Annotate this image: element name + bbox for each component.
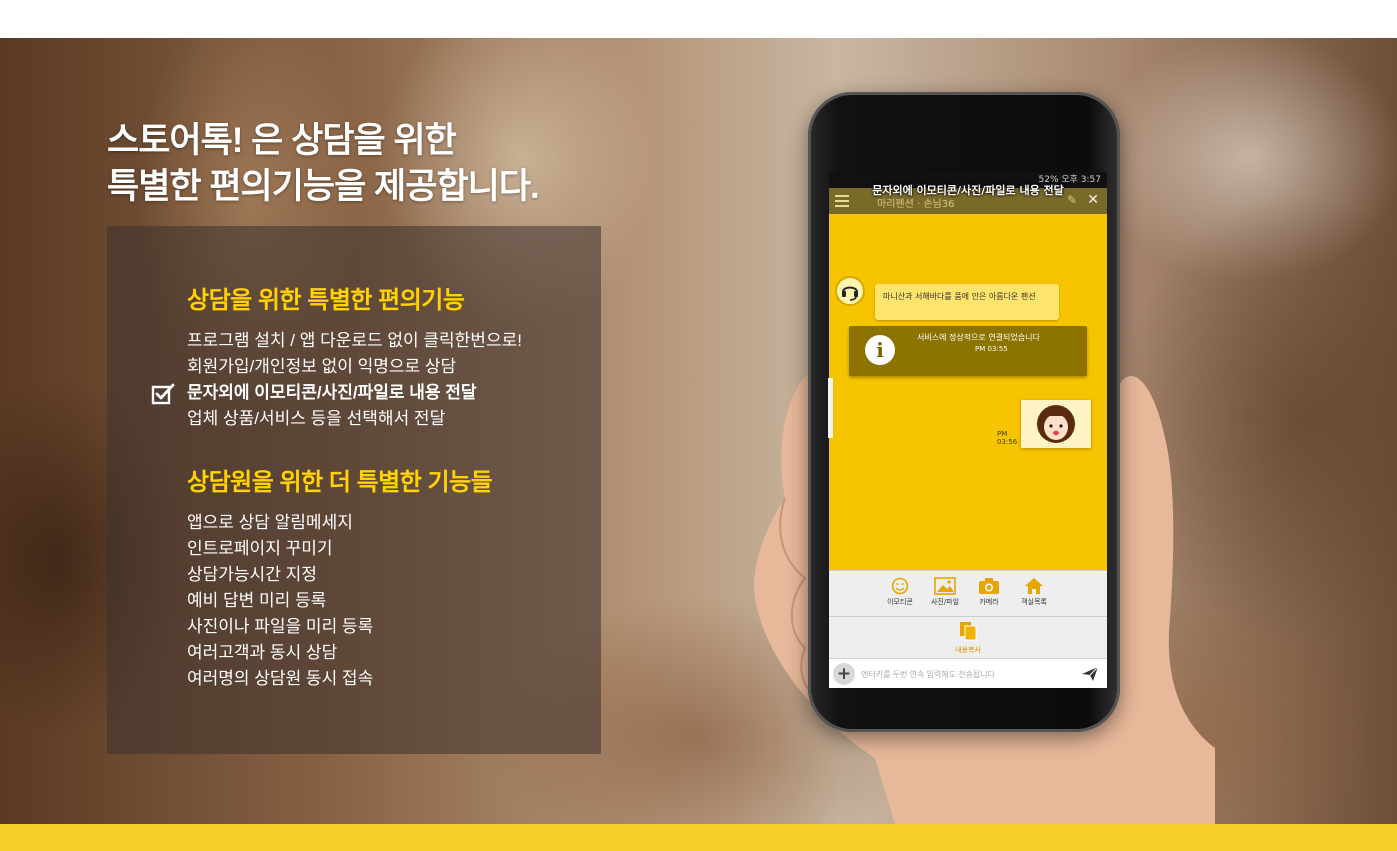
feature-item: 업체 상품/서비스 등을 선택해서 전달 xyxy=(187,409,446,428)
hero-title-line2: 특별한 편의기능을 제공합니다. xyxy=(107,167,540,206)
feature-item: 여러고객과 동시 상담 xyxy=(187,643,338,662)
feature-item-label: 문자외에 이모티콘/사진/파일로 내용 전달 xyxy=(187,383,477,402)
feature-caption: 문자외에 이모티콘/사진/파일로 내용 전달 xyxy=(872,184,1064,197)
home-icon xyxy=(1025,578,1043,594)
tool-label: 이모티콘 xyxy=(887,598,913,606)
photo-file-button[interactable]: 사진/파일 xyxy=(923,577,967,607)
tool-label: 카메라 xyxy=(979,598,999,606)
feature-item: 프로그램 설치 / 앱 다운로드 없이 클릭한번으로! xyxy=(187,331,522,350)
document-copy-icon xyxy=(960,622,977,641)
feature-item: 예비 답변 미리 등록 xyxy=(187,591,327,610)
tool-label: 사진/파일 xyxy=(930,598,960,606)
incoming-message: 마니산과 서해바다를 품에 안은 아름다운 펜션 xyxy=(875,284,1059,320)
copy-label: 내용복사 xyxy=(955,646,981,654)
message-input[interactable] xyxy=(861,663,1071,685)
feature-item: 회원가입/개인정보 없이 익명으로 상담 xyxy=(187,357,457,376)
top-bar xyxy=(0,0,1397,38)
side-drawer-handle[interactable] xyxy=(828,378,833,438)
sent-message-time: PM 03:56 xyxy=(997,430,1018,446)
notice-time: PM 03:55 xyxy=(975,345,1008,353)
room-list-button[interactable]: 객실목록 xyxy=(1012,577,1056,607)
feature-item: 상담가능시간 지정 xyxy=(187,565,317,584)
feature-item: 여러명의 상담원 동시 접속 xyxy=(187,669,374,688)
feature-list-agent: 앱으로 상담 알림메세지 인트로페이지 꾸미기 상담가능시간 지정 예비 답변 … xyxy=(187,510,373,692)
section-title-agent: 상담원을 위한 더 특별한 기능들 xyxy=(187,469,493,496)
copy-content-button[interactable]: 내용복사 xyxy=(829,616,1107,658)
hero-title: 스토어톡! 은 상담을 위한 특별한 편의기능을 제공합니다. xyxy=(107,118,540,210)
message-input-bar: + xyxy=(829,658,1107,688)
feature-item: 앱으로 상담 알림메세지 xyxy=(187,513,353,532)
attach-plus-button[interactable]: + xyxy=(833,663,855,685)
bottom-band xyxy=(0,824,1397,851)
info-icon: i xyxy=(865,335,895,365)
send-icon[interactable] xyxy=(1081,666,1099,682)
section-title-consult: 상담을 위한 특별한 편의기능 xyxy=(187,287,465,314)
hero-title-line1: 스토어톡! 은 상담을 위한 xyxy=(107,121,457,160)
agent-headset-icon xyxy=(835,276,865,306)
notice-text: 서비스에 정상적으로 연결되었습니다 xyxy=(917,333,1040,342)
emoticon-button[interactable]: 이모티콘 xyxy=(878,577,922,607)
tool-label: 객실목록 xyxy=(1021,598,1047,606)
image-icon xyxy=(934,577,956,595)
system-notice: i 서비스에 정상적으로 연결되었습니다 PM 03:55 xyxy=(849,326,1087,376)
feature-panel: 상담을 위한 특별한 편의기능 프로그램 설치 / 앱 다운로드 없이 클릭한번… xyxy=(107,226,601,754)
camera-icon xyxy=(979,578,999,594)
feature-list-consult: 프로그램 설치 / 앱 다운로드 없이 클릭한번으로! 회원가입/개인정보 없이… xyxy=(151,328,522,432)
hero-section: 스토어톡! 은 상담을 위한 특별한 편의기능을 제공합니다. 상담을 위한 특… xyxy=(0,38,1397,824)
sent-emoticon-message[interactable] xyxy=(1021,400,1091,448)
girl-emoticon-icon xyxy=(1037,405,1075,443)
checkbox-checked-icon xyxy=(151,383,175,405)
chat-toolbar: 이모티콘 사진/파일 카메라 객실목록 xyxy=(829,570,1107,616)
camera-button[interactable]: 카메라 xyxy=(967,577,1011,607)
phone-screen: 52% 오후 3:57 마리펜션 · 손님36 ✎ ✕ 문자외에 이모티콘/사진… xyxy=(829,172,1107,688)
feature-item: 사진이나 파일을 미리 등록 xyxy=(187,617,374,636)
smile-icon xyxy=(891,577,909,595)
feature-item-highlighted: 문자외에 이모티콘/사진/파일로 내용 전달 xyxy=(151,380,522,406)
feature-item: 인트로페이지 꾸미기 xyxy=(187,539,333,558)
